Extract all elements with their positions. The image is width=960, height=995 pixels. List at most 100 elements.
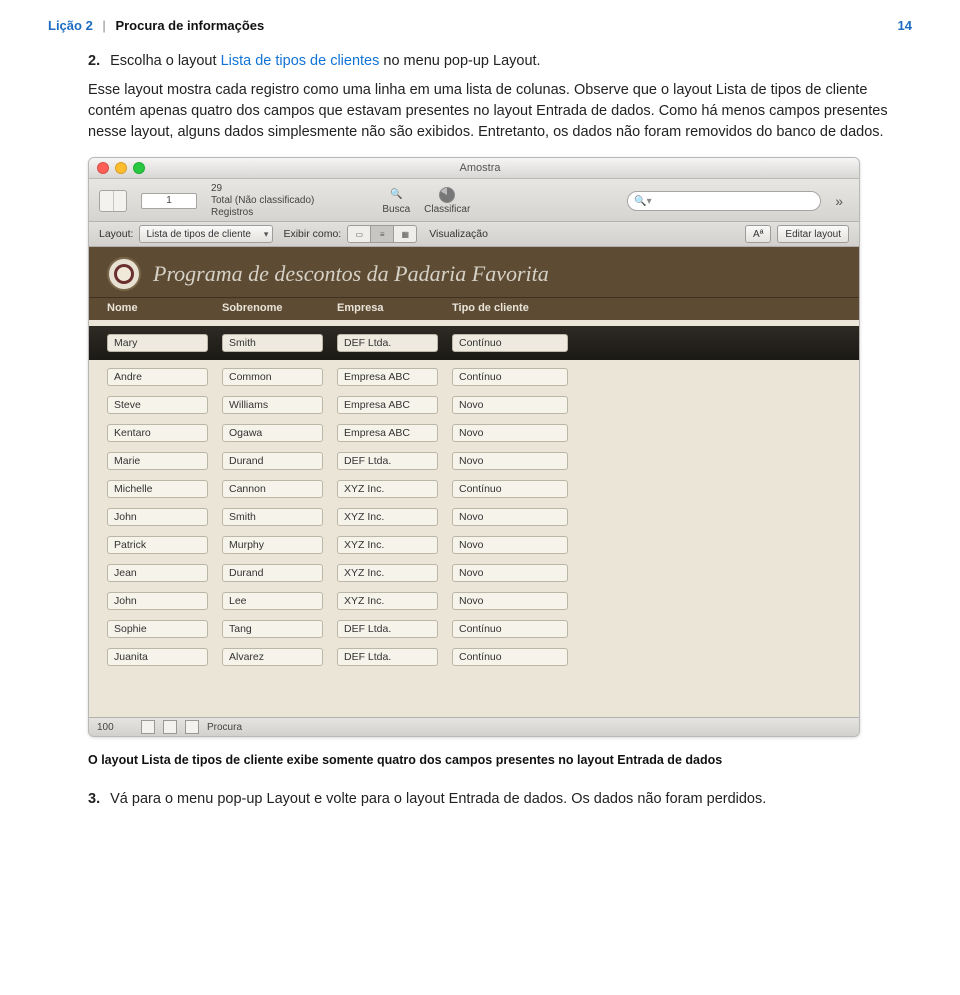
cell-c3[interactable]: DEF Ltda. [337,452,438,470]
cell-c3[interactable]: XYZ Inc. [337,508,438,526]
zoom-value[interactable]: 100 [97,722,133,733]
layout-label: Layout: [99,228,133,240]
search-tool-icon[interactable]: 🔍 [385,186,407,204]
cell-c3[interactable]: Empresa ABC [337,396,438,414]
cell-c2[interactable]: Murphy [222,536,323,554]
column-headers: Nome Sobrenome Empresa Tipo de cliente [89,298,859,320]
banner-title: Programa de descontos da Padaria Favorit… [153,261,549,287]
cell-c2[interactable]: Alvarez [222,648,323,666]
separator: | [96,18,111,33]
traffic-lights[interactable] [97,162,145,174]
cell-c3[interactable]: XYZ Inc. [337,592,438,610]
cell-c1[interactable]: John [107,508,208,526]
total-sublabel: Total (Não classificado) [211,195,314,207]
cell-c2[interactable]: Smith [222,334,323,352]
table-row[interactable]: John Lee XYZ Inc. Novo [89,587,859,615]
cell-c3[interactable]: XYZ Inc. [337,536,438,554]
viewas-label: Exibir como: [283,228,341,240]
cell-c4[interactable]: Novo [452,536,568,554]
table-row[interactable]: Mary Smith DEF Ltda. Contínuo [89,326,859,360]
cell-c3[interactable]: Empresa ABC [337,368,438,386]
cell-c2[interactable]: Durand [222,452,323,470]
list-view-icon[interactable]: ≡ [371,225,394,243]
toolbar-expand-icon[interactable]: » [835,193,849,209]
cell-c1[interactable]: Mary [107,334,208,352]
cell-c3[interactable]: XYZ Inc. [337,564,438,582]
mode-label: Procura [207,722,242,733]
chapter-title: Procura de informações [115,18,264,33]
table-row[interactable]: Andre Common Empresa ABC Contínuo [89,363,859,391]
cell-c4[interactable]: Contínuo [452,368,568,386]
table-row[interactable]: Patrick Murphy XYZ Inc. Novo [89,531,859,559]
cell-c4[interactable]: Contínuo [452,334,568,352]
current-record[interactable]: 1 [141,193,197,209]
step2-paragraph: Esse layout mostra cada registro como um… [88,80,912,143]
bakery-logo-icon [107,257,141,291]
cell-c2[interactable]: Smith [222,508,323,526]
sort-icon[interactable] [436,186,458,204]
cell-c1[interactable]: Michelle [107,480,208,498]
cell-c2[interactable]: Lee [222,592,323,610]
cell-c3[interactable]: Empresa ABC [337,424,438,442]
cell-c1[interactable]: Juanita [107,648,208,666]
cell-c3[interactable]: DEF Ltda. [337,620,438,638]
table-row[interactable]: Michelle Cannon XYZ Inc. Contínuo [89,475,859,503]
zoom-icon[interactable] [133,162,145,174]
form-view-icon[interactable]: ▭ [347,225,371,243]
cell-c4[interactable]: Novo [452,592,568,610]
col-nome: Nome [107,302,222,314]
cell-c1[interactable]: Steve [107,396,208,414]
cell-c1[interactable]: Sophie [107,620,208,638]
table-view-icon[interactable]: ▦ [394,225,417,243]
zoom-in-icon[interactable] [163,720,177,734]
cell-c4[interactable]: Novo [452,424,568,442]
zoom-out-icon[interactable] [141,720,155,734]
table-row[interactable]: Steve Williams Empresa ABC Novo [89,391,859,419]
cell-c4[interactable]: Contínuo [452,480,568,498]
cell-c1[interactable]: Andre [107,368,208,386]
table-row[interactable]: Kentaro Ogawa Empresa ABC Novo [89,419,859,447]
statusbar-toggle-icon[interactable] [185,720,199,734]
cell-c4[interactable]: Novo [452,396,568,414]
minimize-icon[interactable] [115,162,127,174]
cell-c2[interactable]: Ogawa [222,424,323,442]
cell-c1[interactable]: Marie [107,452,208,470]
cell-c4[interactable]: Novo [452,564,568,582]
view-mode-buttons[interactable]: ▭ ≡ ▦ [347,225,417,243]
cell-c3[interactable]: DEF Ltda. [337,648,438,666]
record-book-icon[interactable] [99,190,127,212]
cell-c1[interactable]: Patrick [107,536,208,554]
text-style-button[interactable]: Aª [745,225,771,243]
preview-label[interactable]: Visualização [429,228,488,240]
table-row[interactable]: Sophie Tang DEF Ltda. Contínuo [89,615,859,643]
cell-c3[interactable]: DEF Ltda. [337,334,438,352]
window-title: Amostra [153,162,807,174]
table-row[interactable]: Marie Durand DEF Ltda. Novo [89,447,859,475]
table-row[interactable]: Jean Durand XYZ Inc. Novo [89,559,859,587]
cell-c1[interactable]: John [107,592,208,610]
cell-c1[interactable]: Kentaro [107,424,208,442]
cell-c4[interactable]: Contínuo [452,620,568,638]
record-counter[interactable]: 1 [141,193,197,209]
close-icon[interactable] [97,162,109,174]
cell-c4[interactable]: Novo [452,452,568,470]
figure-caption: O layout Lista de tipos de cliente exibe… [88,753,912,767]
layout-dropdown[interactable]: Lista de tipos de cliente [139,225,273,243]
cell-c3[interactable]: XYZ Inc. [337,480,438,498]
edit-layout-button[interactable]: Editar layout [777,225,849,243]
cell-c2[interactable]: Williams [222,396,323,414]
cell-c2[interactable]: Tang [222,620,323,638]
cell-c4[interactable]: Contínuo [452,648,568,666]
table-row[interactable]: Juanita Alvarez DEF Ltda. Contínuo [89,643,859,671]
cell-c4[interactable]: Novo [452,508,568,526]
window-titlebar: Amostra [89,158,859,179]
cell-c2[interactable]: Durand [222,564,323,582]
status-bar: 100 Procura [89,717,859,736]
cell-c2[interactable]: Common [222,368,323,386]
quick-search-input[interactable]: 🔍▾ [627,191,821,211]
table-row[interactable]: John Smith XYZ Inc. Novo [89,503,859,531]
cell-c1[interactable]: Jean [107,564,208,582]
lesson-label: Lição 2 [48,18,93,33]
cell-c2[interactable]: Cannon [222,480,323,498]
busca-label: Busca [382,204,410,216]
